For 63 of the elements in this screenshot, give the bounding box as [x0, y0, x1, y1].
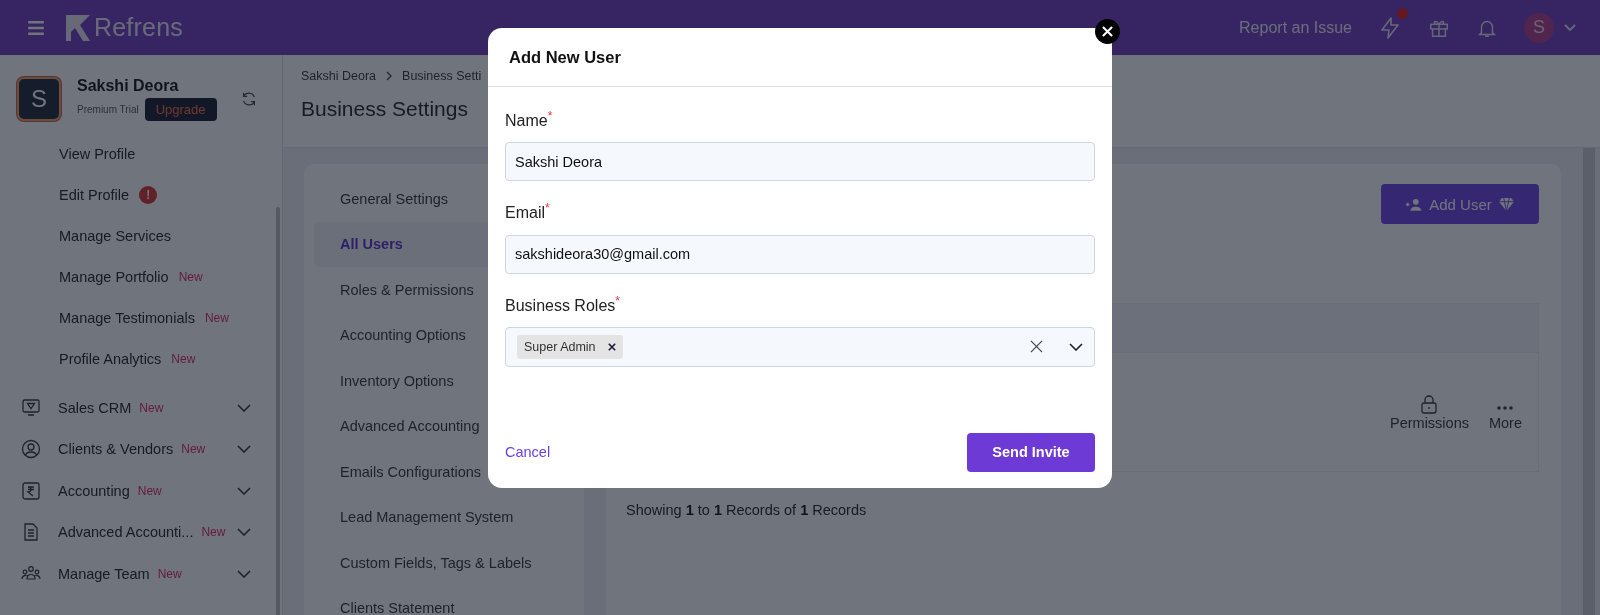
logo-text: Refrens: [94, 13, 183, 42]
alert-badge: !: [139, 185, 158, 204]
input-field[interactable]: Sakshi Deora: [505, 142, 1095, 182]
new-label: New: [157, 566, 182, 581]
settings-menu-item[interactable]: Lead Management System: [314, 494, 574, 540]
add-person-icon: [1405, 196, 1424, 212]
monitor-icon: [21, 397, 41, 418]
input-field[interactable]: sakshideora30@gmail.com: [505, 234, 1095, 274]
remove-icon[interactable]: [607, 343, 616, 351]
report-issue-link[interactable]: Report an Issue: [1239, 18, 1352, 37]
new-label: New: [137, 483, 162, 498]
new-label: New: [171, 351, 196, 366]
plan-label: Premium Trial: [77, 104, 139, 115]
breadcrumb-link[interactable]: Sakshi Deora: [301, 69, 377, 83]
settings-menu-item[interactable]: Custom Fields, Tags & Labels: [314, 540, 574, 586]
new-label: New: [178, 269, 203, 284]
user-avatar[interactable]: S: [1524, 12, 1554, 43]
new-label: New: [204, 310, 229, 325]
breadcrumb-link[interactable]: Business Setti: [402, 69, 482, 83]
clear-icon[interactable]: [1030, 340, 1043, 354]
lock-icon[interactable]: [1419, 393, 1440, 414]
sidebar-item[interactable]: Accounting: [58, 482, 130, 499]
profile-menu-item[interactable]: Manage Testimonials: [59, 309, 195, 326]
profile-name: Sakshi Deora: [77, 77, 180, 95]
roles-select[interactable]: Super Admin: [505, 327, 1095, 367]
new-label: New: [139, 400, 164, 415]
user-icon: [21, 439, 41, 460]
chevron-down-icon[interactable]: [1069, 343, 1083, 351]
menu-icon[interactable]: [28, 20, 44, 35]
sidebar-item[interactable]: Clients & Vendors: [58, 441, 174, 458]
profile-menu-item[interactable]: Manage Portfolio: [59, 268, 169, 285]
close-icon: [1102, 26, 1113, 37]
document-icon: [21, 522, 41, 543]
cancel-link[interactable]: Cancel: [505, 444, 551, 461]
action-label[interactable]: More: [1488, 414, 1522, 431]
upgrade-button[interactable]: Upgrade: [144, 98, 217, 121]
profile-menu-item[interactable]: View Profile: [59, 145, 136, 162]
field-label: Email$^{*}$: [505, 201, 551, 223]
lightning-icon[interactable]: [1378, 15, 1402, 40]
new-label: New: [181, 442, 206, 457]
refresh-icon[interactable]: [240, 90, 258, 108]
rupee-icon: [21, 480, 41, 501]
settings-menu-item[interactable]: Clients Statement: [314, 585, 574, 615]
new-label: New: [201, 525, 226, 540]
send-invite-button[interactable]: Send Invite: [967, 433, 1095, 472]
action-label[interactable]: Permissions: [1390, 414, 1469, 431]
sidebar-item[interactable]: Sales CRM: [58, 399, 132, 416]
profile-menu-item[interactable]: Profile Analytics: [59, 350, 162, 367]
field-label: Business Roles$^{*}$: [505, 293, 621, 315]
field-label: Name$^{*}$: [505, 109, 554, 131]
profile-menu-item[interactable]: Manage Services: [59, 227, 172, 244]
diamond-icon: [1497, 196, 1515, 212]
role-tag: Super Admin: [517, 335, 623, 359]
dialog-title: Add New User: [509, 47, 621, 67]
sidebar-item[interactable]: Advanced Accounti...: [58, 524, 194, 541]
profile-avatar: S: [17, 77, 61, 121]
logo-icon: [64, 12, 92, 43]
page-title: Business Settings: [301, 97, 468, 121]
chevron-right-icon: [386, 71, 393, 81]
records-summary: Showing 1 to 1 Records of 1 Records: [626, 502, 868, 518]
add-user-button[interactable]: Add User: [1381, 184, 1539, 224]
sidebar-item[interactable]: Manage Team: [58, 565, 150, 582]
profile-menu-item[interactable]: Edit Profile: [59, 186, 130, 203]
